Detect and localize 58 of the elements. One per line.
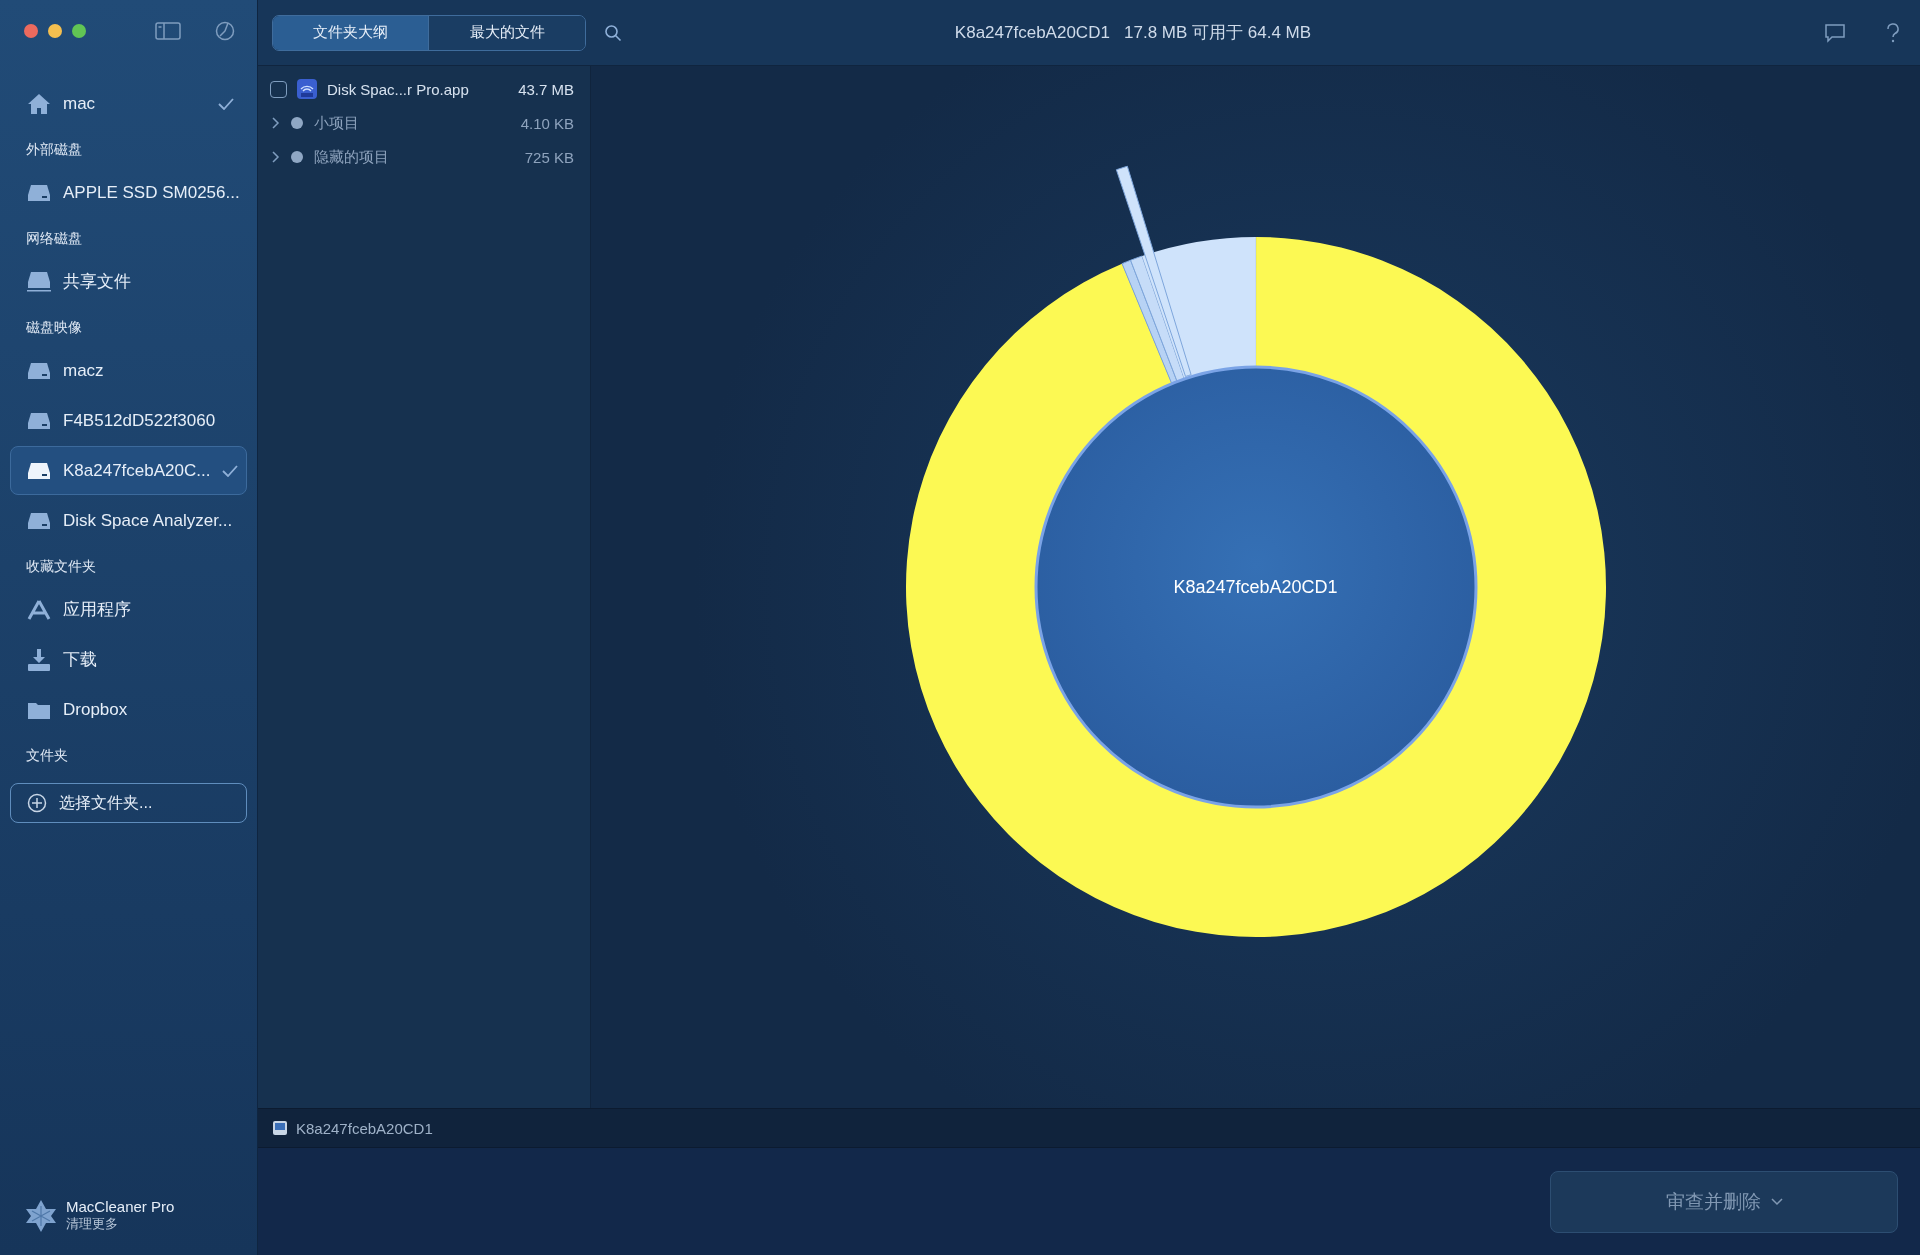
section-header: 磁盘映像 [25,318,83,337]
section-header: 收藏文件夹 [25,557,97,576]
chat-icon[interactable] [1824,22,1846,43]
disk-info: K8a247fcebA20CD1 17.8 MB 可用于 64.4 MB [953,22,1313,44]
sidebar-toggle-icon[interactable] [155,22,181,40]
chart-slice[interactable] [1115,165,1192,377]
path-label: K8a247fcebA20CD1 [296,1119,433,1137]
home-icon [27,92,51,115]
pie-chart-icon[interactable] [215,21,235,41]
chevron-icon[interactable] [270,151,280,163]
drive-icon [27,182,51,203]
chart-slice[interactable] [905,237,1606,937]
drive-icon [27,510,51,531]
sidebar-item[interactable]: APPLE SSD SM0256... [10,168,247,217]
chevron-icon[interactable] [270,117,280,129]
app-store-icon [27,598,51,621]
search-icon[interactable] [604,23,622,42]
zoom-button[interactable] [72,24,86,38]
sidebar-item[interactable]: 共享文件 [10,257,247,306]
sidebar-item[interactable]: Disk Space Analyzer... [10,496,247,545]
view-tab[interactable]: 最大的文件 [429,15,585,50]
chart-center-disc[interactable] [1034,365,1477,809]
app-icon [297,79,317,99]
network-drive-icon [27,270,51,293]
file-row[interactable]: 小项目 4.10 KB [258,106,590,140]
section-header: 网络磁盘 [25,229,83,248]
section-header: 文件夹 [25,746,69,765]
download-icon [27,648,51,671]
dot-icon [290,116,304,130]
dot-icon [290,150,304,164]
chart-slice[interactable] [1141,237,1256,379]
help-icon[interactable] [1886,22,1900,43]
plus-icon [27,793,47,813]
checkbox[interactable] [270,80,287,98]
snowflake-logo-icon [26,1199,56,1232]
drive-icon [272,1120,288,1136]
file-row[interactable]: 隐藏的项目 725 KB [258,140,590,174]
view-tab[interactable]: 文件夹大纲 [273,15,429,50]
sidebar-item[interactable]: 下载 [10,635,247,684]
sidebar-item[interactable]: mac [10,79,247,128]
review-delete-button[interactable]: 审查并删除 [1550,1170,1898,1233]
drive-icon [27,410,51,431]
chart-center-label: K8a247fcebA20CD1 [1173,576,1338,598]
file-row[interactable]: Disk Spac...r Pro.app 43.7 MB [258,72,590,106]
sidebar-item[interactable]: Dropbox [10,685,247,734]
promo-title: MacCleaner Pro [66,1198,175,1215]
sidebar-item[interactable]: K8a247fcebA20C... [10,446,247,495]
promo-subtitle: 清理更多 [66,1215,119,1233]
chevron-down-icon [1770,1197,1783,1206]
sidebar-item[interactable]: F4B512dD522f3060 [10,396,247,445]
close-button[interactable] [24,24,38,38]
sidebar-item[interactable]: 应用程序 [10,585,247,634]
drive-icon [27,360,51,381]
choose-folder-button[interactable]: 选择文件夹... [10,783,247,823]
section-header: 外部磁盘 [25,140,83,159]
minimize-button[interactable] [48,24,62,38]
sidebar-item[interactable]: macz [10,346,247,395]
drive-icon [27,460,51,481]
